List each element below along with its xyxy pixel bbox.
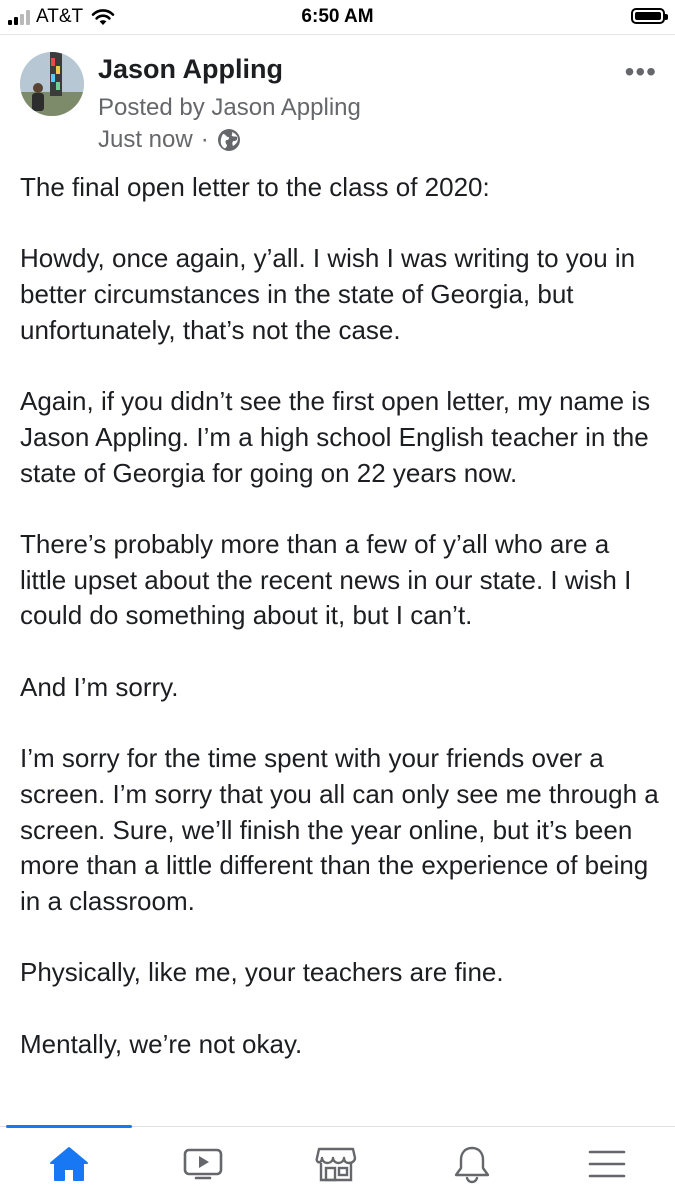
post-paragraph: Physically, like me, your teachers are f… bbox=[20, 957, 504, 988]
post-paragraph: The final open letter to the class of 20… bbox=[20, 172, 490, 202]
tab-marketplace[interactable] bbox=[306, 1141, 366, 1187]
avatar-image bbox=[20, 52, 84, 116]
post-paragraph: I’m sorry for the time spent with your f… bbox=[20, 743, 659, 916]
post-meta: Just now · bbox=[98, 126, 241, 154]
tab-menu[interactable] bbox=[577, 1141, 637, 1187]
posted-by-label[interactable]: Posted by Jason Appling bbox=[98, 94, 361, 122]
battery-icon bbox=[631, 8, 668, 24]
meta-separator: · bbox=[200, 126, 209, 153]
post-paragraph: There’s probably more than a few of y’al… bbox=[20, 528, 632, 631]
menu-icon bbox=[588, 1150, 626, 1178]
more-options-button[interactable]: ••• bbox=[625, 56, 657, 88]
status-bar: AT&T 6:50 AM bbox=[0, 0, 675, 34]
facebook-post-screen: AT&T 6:50 AM Jason Appling Posted by Jas… bbox=[0, 0, 675, 1200]
watch-icon bbox=[183, 1148, 223, 1180]
post-paragraph: Again, if you didn’t see the first open … bbox=[20, 386, 651, 488]
active-tab-indicator bbox=[6, 1125, 132, 1128]
tab-home[interactable] bbox=[39, 1141, 99, 1187]
status-time: 6:50 AM bbox=[301, 6, 374, 27]
author-name[interactable]: Jason Appling bbox=[98, 54, 283, 85]
home-icon bbox=[50, 1147, 88, 1181]
tab-notifications[interactable] bbox=[442, 1141, 502, 1187]
marketplace-icon bbox=[315, 1147, 357, 1182]
post-paragraph: Mentally, we’re not okay. bbox=[20, 1028, 303, 1059]
globe-icon[interactable] bbox=[217, 128, 241, 152]
post-paragraph: And I’m sorry. bbox=[20, 671, 179, 702]
post-body: The final open letter to the class of 20… bbox=[20, 170, 660, 1062]
post-timestamp[interactable]: Just now bbox=[98, 126, 193, 154]
status-divider bbox=[0, 34, 675, 35]
bottom-tab-bar bbox=[0, 1125, 675, 1200]
notifications-icon bbox=[454, 1146, 490, 1184]
author-avatar[interactable] bbox=[20, 52, 84, 116]
post-paragraph: Howdy, once again, y’all. I wish I was w… bbox=[20, 243, 636, 345]
tab-watch[interactable] bbox=[173, 1141, 233, 1187]
